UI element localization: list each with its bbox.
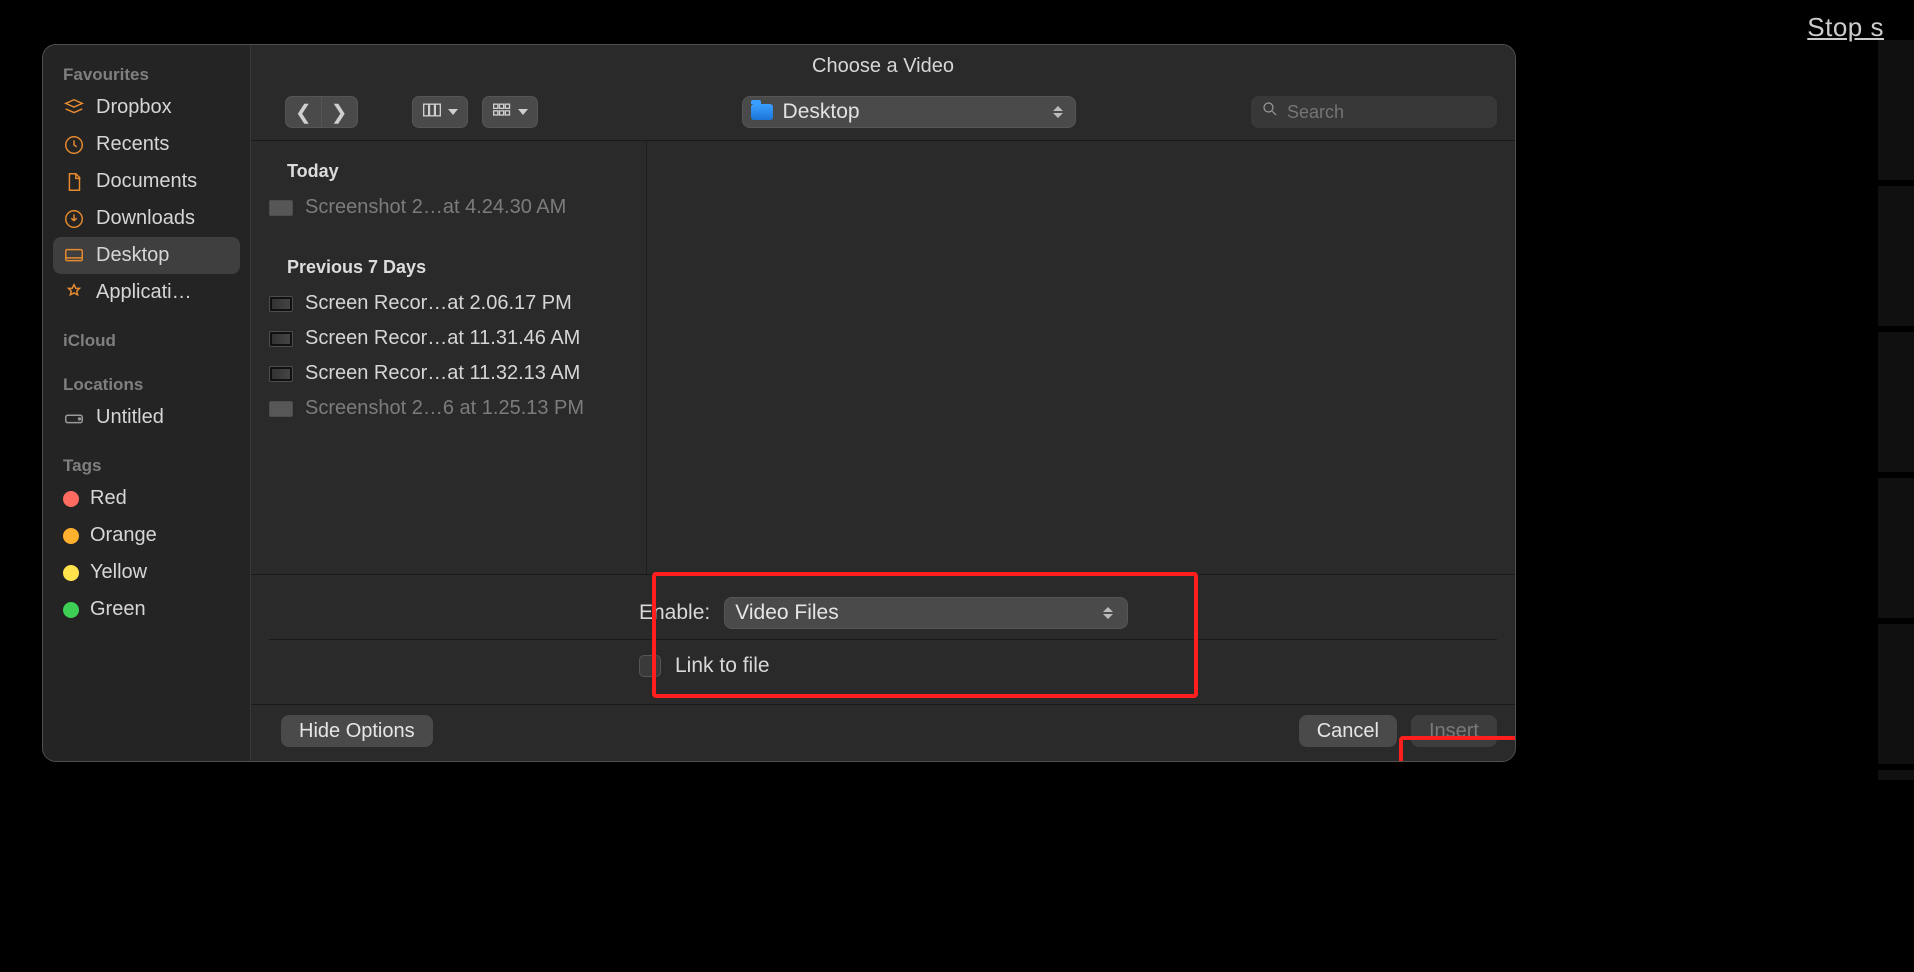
view-columns-button[interactable] — [412, 96, 468, 128]
sidebar-item-label: Orange — [90, 524, 157, 547]
forward-button[interactable]: ❯ — [322, 96, 358, 128]
image-thumb-icon — [269, 200, 293, 216]
desktop-icon — [63, 245, 85, 267]
dialog-footer: Hide Options Cancel Insert — [251, 704, 1515, 761]
sidebar-item-label: Dropbox — [96, 96, 172, 119]
back-button[interactable]: ❮ — [285, 96, 322, 128]
file-name: Screen Recor…at 2.06.17 PM — [305, 292, 572, 315]
main-panel: Choose a Video ❮ ❯ Desktop — [251, 45, 1515, 761]
sidebar-item-label: Documents — [96, 170, 197, 193]
chevron-down-icon — [518, 109, 528, 115]
sidebar-tag-yellow[interactable]: Yellow — [53, 554, 240, 591]
file-row[interactable]: Screen Recor…at 2.06.17 PM — [251, 286, 646, 321]
sidebar-item-label: Green — [90, 598, 146, 621]
file-row[interactable]: Screen Recor…at 11.31.46 AM — [251, 321, 646, 356]
sidebar-item-label: Downloads — [96, 207, 195, 230]
sidebar-item-label: Applicati… — [96, 281, 192, 304]
link-to-file-label: Link to file — [675, 654, 770, 678]
file-group-header: Previous 7 Days — [251, 243, 646, 286]
updown-icon — [1049, 106, 1067, 118]
chevron-right-icon: ❯ — [331, 100, 348, 125]
options-panel: Enable: Video Files Link to file Hide Op… — [251, 574, 1515, 761]
document-icon — [63, 171, 85, 193]
sidebar: Favourites Dropbox Recents Documents Dow… — [43, 45, 251, 761]
sidebar-tag-red[interactable]: Red — [53, 480, 240, 517]
file-name: Screenshot 2…6 at 1.25.13 PM — [305, 397, 584, 420]
sidebar-section-tags: Tags — [53, 450, 240, 480]
image-thumb-icon — [269, 401, 293, 417]
search-field[interactable] — [1251, 96, 1497, 128]
preview-pane — [647, 141, 1515, 574]
background-thumbnails — [1878, 40, 1914, 780]
search-icon — [1261, 100, 1279, 124]
group-button[interactable] — [482, 96, 538, 128]
sidebar-item-downloads[interactable]: Downloads — [53, 200, 240, 237]
location-popup[interactable]: Desktop — [742, 96, 1076, 128]
sidebar-item-desktop[interactable]: Desktop — [53, 237, 240, 274]
sidebar-item-recents[interactable]: Recents — [53, 126, 240, 163]
chevron-left-icon: ❮ — [295, 100, 312, 125]
insert-button[interactable]: Insert — [1411, 715, 1497, 747]
hide-options-button[interactable]: Hide Options — [281, 715, 433, 747]
apps-icon — [63, 282, 85, 304]
sidebar-item-applications[interactable]: Applicati… — [53, 274, 240, 311]
clock-icon — [63, 134, 85, 156]
tag-dot-icon — [63, 565, 79, 581]
tag-dot-icon — [63, 528, 79, 544]
sidebar-item-label: Desktop — [96, 244, 169, 267]
sidebar-item-label: Red — [90, 487, 127, 510]
sidebar-item-label: Yellow — [90, 561, 147, 584]
folder-icon — [751, 104, 773, 120]
sidebar-item-untitled[interactable]: Untitled — [53, 399, 240, 436]
dialog-title: Choose a Video — [251, 45, 1515, 96]
link-to-file-checkbox[interactable] — [639, 655, 661, 677]
file-list[interactable]: Today Screenshot 2…at 4.24.30 AM Previou… — [251, 141, 647, 574]
file-row[interactable]: Screen Recor…at 11.32.13 AM — [251, 356, 646, 391]
file-name: Screenshot 2…at 4.24.30 AM — [305, 196, 566, 219]
chevron-down-icon — [448, 109, 458, 115]
video-thumb-icon — [269, 331, 293, 347]
download-icon — [63, 208, 85, 230]
sidebar-item-dropbox[interactable]: Dropbox — [53, 89, 240, 126]
file-name: Screen Recor…at 11.32.13 AM — [305, 362, 580, 385]
file-group-header: Today — [251, 147, 646, 190]
columns-icon — [422, 101, 442, 124]
sidebar-item-label: Untitled — [96, 406, 164, 429]
stop-share-link[interactable]: Stop s — [1807, 12, 1884, 43]
enable-filter-value: Video Files — [735, 601, 1089, 625]
tag-dot-icon — [63, 491, 79, 507]
tag-dot-icon — [63, 602, 79, 618]
enable-label: Enable: — [639, 601, 710, 625]
toolbar: ❮ ❯ Desktop — [251, 96, 1515, 141]
sidebar-tag-green[interactable]: Green — [53, 591, 240, 628]
video-thumb-icon — [269, 296, 293, 312]
box-icon — [63, 97, 85, 119]
location-label: Desktop — [783, 100, 1039, 124]
sidebar-item-label: Recents — [96, 133, 169, 156]
file-row: Screenshot 2…6 at 1.25.13 PM — [251, 391, 646, 426]
grid-icon — [492, 101, 512, 124]
sidebar-item-documents[interactable]: Documents — [53, 163, 240, 200]
file-row: Screenshot 2…at 4.24.30 AM — [251, 190, 646, 225]
sidebar-section-icloud: iCloud — [53, 325, 240, 355]
nav-back-forward: ❮ ❯ — [285, 96, 358, 128]
cancel-button[interactable]: Cancel — [1299, 715, 1397, 747]
sidebar-section-favourites: Favourites — [53, 59, 240, 89]
file-name: Screen Recor…at 11.31.46 AM — [305, 327, 580, 350]
file-chooser-dialog: Favourites Dropbox Recents Documents Dow… — [42, 44, 1516, 762]
updown-icon — [1099, 607, 1117, 619]
sidebar-tag-orange[interactable]: Orange — [53, 517, 240, 554]
search-input[interactable] — [1287, 102, 1487, 123]
disk-icon — [63, 407, 85, 429]
enable-filter-popup[interactable]: Video Files — [724, 597, 1128, 629]
video-thumb-icon — [269, 366, 293, 382]
sidebar-section-locations: Locations — [53, 369, 240, 399]
